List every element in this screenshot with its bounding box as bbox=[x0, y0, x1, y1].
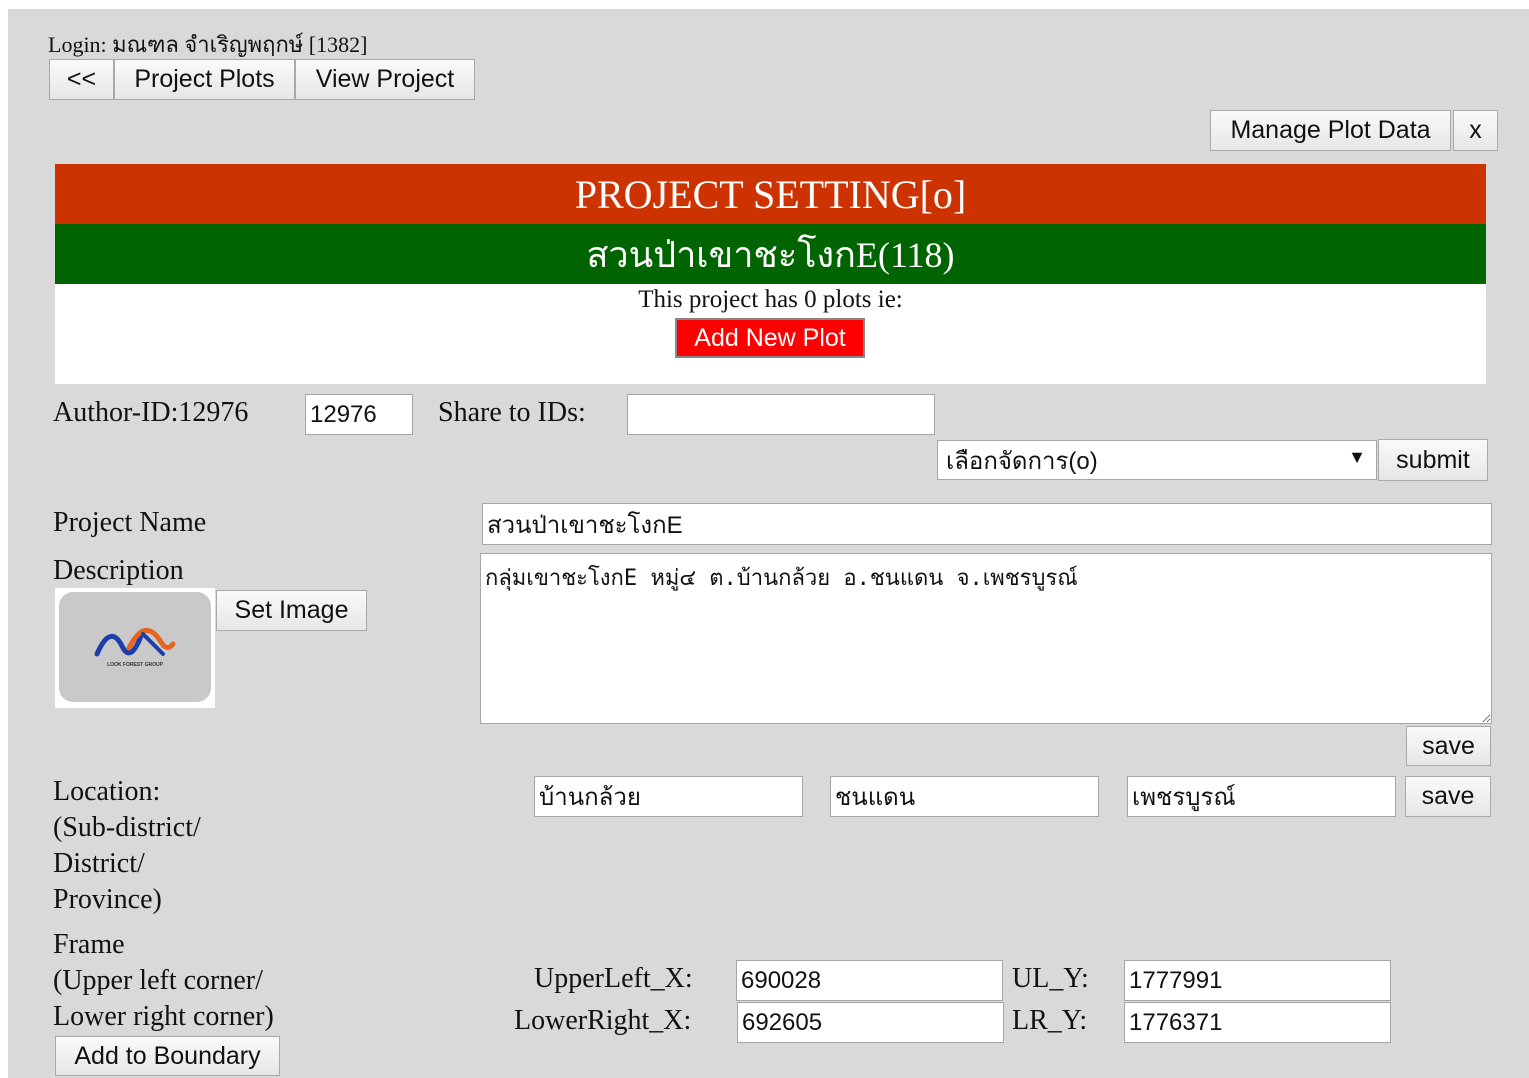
frame-label: Frame (Upper left corner/ Lower right co… bbox=[53, 927, 274, 1035]
manage-select[interactable]: เลือกจัดการ(o) ▼ bbox=[937, 440, 1377, 480]
location-label-line-2: (Sub-district/ bbox=[53, 812, 201, 843]
page-background: Login: มณฑล จำเริญพฤกษ์ [1382] << Projec… bbox=[8, 9, 1529, 1078]
district-input[interactable] bbox=[830, 776, 1099, 817]
save-description-button[interactable]: save bbox=[1406, 726, 1491, 766]
add-new-plot-button[interactable]: Add New Plot bbox=[675, 318, 865, 358]
frame-label-line-3: Lower right corner) bbox=[53, 1001, 274, 1032]
lr-y-input[interactable] bbox=[1124, 1002, 1391, 1043]
author-id-label: Author-ID:12976 bbox=[53, 397, 249, 428]
project-image: LOOK FOREST GROUP bbox=[55, 588, 215, 708]
back-button[interactable]: << bbox=[49, 59, 114, 100]
share-ids-label: Share to IDs: bbox=[438, 397, 586, 428]
description-label: Description bbox=[53, 555, 184, 586]
login-info: Login: มณฑล จำเริญพฤกษ์ [1382] bbox=[48, 32, 368, 57]
manage-select-value: เลือกจัดการ(o) bbox=[946, 447, 1098, 475]
location-label-line-4: Province) bbox=[53, 884, 162, 915]
logo-text: LOOK FOREST GROUP bbox=[107, 662, 163, 668]
save-location-button[interactable]: save bbox=[1405, 776, 1491, 817]
add-to-boundary-button[interactable]: Add to Boundary bbox=[55, 1036, 280, 1076]
location-label-line-1: Location: bbox=[53, 776, 161, 807]
set-image-button[interactable]: Set Image bbox=[216, 590, 367, 631]
share-ids-input[interactable] bbox=[627, 394, 935, 435]
ul-y-input[interactable] bbox=[1124, 960, 1391, 1001]
submit-button[interactable]: submit bbox=[1378, 439, 1488, 481]
description-textarea[interactable]: กลุ่มเขาชะโงกE หมู่๔ ต.บ้านกล้วย อ.ชนแดน… bbox=[480, 553, 1492, 724]
author-id-input[interactable] bbox=[305, 394, 413, 435]
manage-plot-data-button[interactable]: Manage Plot Data bbox=[1210, 110, 1451, 151]
project-name-label: Project Name bbox=[53, 507, 207, 538]
project-plots-button[interactable]: Project Plots bbox=[114, 59, 295, 100]
frame-label-line-2: (Upper left corner/ bbox=[53, 965, 263, 996]
chevron-down-icon: ▼ bbox=[1348, 447, 1366, 467]
project-name-input[interactable] bbox=[482, 503, 1492, 545]
logo-background: LOOK FOREST GROUP bbox=[59, 592, 211, 702]
upper-left-x-label: UpperLeft_X: bbox=[534, 963, 693, 994]
location-label-line-3: District/ bbox=[53, 848, 145, 879]
upper-left-x-input[interactable] bbox=[736, 960, 1003, 1001]
lower-right-x-input[interactable] bbox=[737, 1002, 1004, 1043]
province-input[interactable] bbox=[1127, 776, 1396, 817]
subdistrict-input[interactable] bbox=[534, 776, 803, 817]
ul-y-label: UL_Y: bbox=[1012, 963, 1089, 994]
look-forest-group-logo-icon bbox=[94, 628, 176, 657]
lr-y-label: LR_Y: bbox=[1012, 1005, 1088, 1036]
project-name-banner: สวนป่าเขาชะโงกE(118) bbox=[55, 224, 1486, 284]
close-button[interactable]: x bbox=[1453, 110, 1498, 151]
view-project-button[interactable]: View Project bbox=[295, 59, 475, 100]
page-title: PROJECT SETTING[o] bbox=[55, 164, 1486, 224]
location-label: Location: (Sub-district/ District/ Provi… bbox=[53, 774, 201, 918]
frame-label-line-1: Frame bbox=[53, 929, 125, 960]
lower-right-x-label: LowerRight_X: bbox=[514, 1005, 692, 1036]
plots-count-text: This project has 0 plots ie: bbox=[638, 286, 903, 313]
plots-info-box: This project has 0 plots ie: Add New Plo… bbox=[55, 284, 1486, 384]
